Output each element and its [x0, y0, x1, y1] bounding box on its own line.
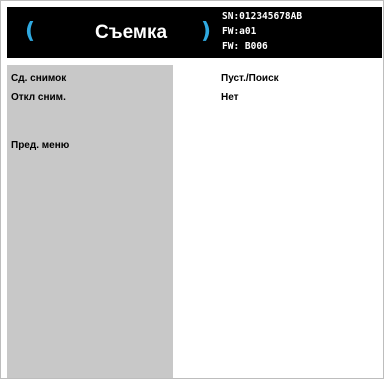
- menu-labels-panel: Сд. снимок Откл сним. Пред. меню: [7, 65, 173, 378]
- menu-item-previous-menu[interactable]: Пред. меню: [11, 140, 69, 152]
- menu-title: Съемка: [95, 22, 168, 43]
- firmware-version-1: FW:a01: [222, 26, 257, 37]
- menu-item-capture[interactable]: Сд. снимок: [11, 73, 66, 85]
- capture-value[interactable]: Пуст./Поиск: [221, 73, 279, 85]
- menu-item-disable-capture[interactable]: Откл сним.: [11, 92, 66, 104]
- disable-capture-value[interactable]: Нет: [221, 92, 239, 104]
- serial-number: SN:012345678AB: [222, 11, 303, 22]
- osd-menu: ( Съемка ) SN:012345678AB FW:a01 FW: B00…: [0, 0, 384, 379]
- menu-values-panel: Пуст./Поиск Нет: [173, 65, 383, 378]
- left-bracket-icon: (: [25, 19, 36, 44]
- firmware-version-2: FW: B006: [222, 41, 268, 52]
- menu-header: ( Съемка ) SN:012345678AB FW:a01 FW: B00…: [7, 7, 382, 58]
- right-bracket-icon: ): [201, 19, 212, 44]
- device-info: SN:012345678AB FW:a01 FW: B006: [222, 7, 302, 54]
